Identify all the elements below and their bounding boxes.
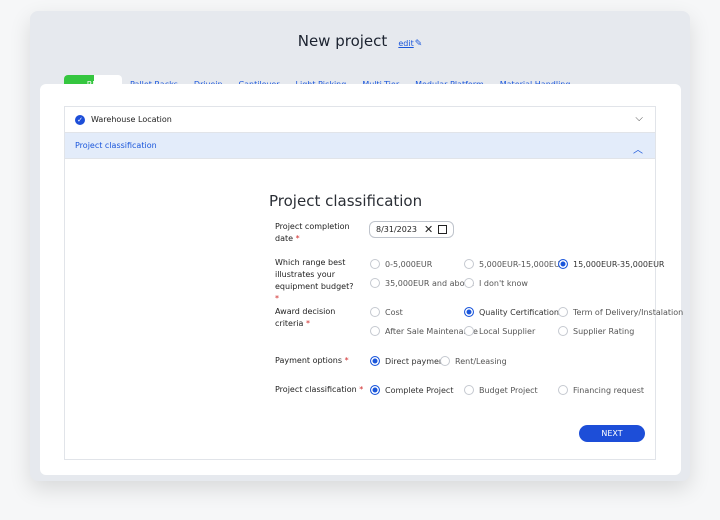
form-title: Project classification: [269, 192, 423, 210]
classification-option-complete[interactable]: Complete Project: [370, 385, 453, 395]
pencil-icon[interactable]: ✎: [415, 39, 423, 49]
award-option-quality[interactable]: Quality Certification: [464, 307, 559, 317]
award-criteria-label: Award decision criteria *: [275, 307, 336, 328]
form-card: ✓ Warehouse Location ⌵ Project classific…: [64, 106, 683, 460]
content-panel: ✓ Warehouse Location ⌵ Project classific…: [40, 84, 683, 475]
classification-label: Project classification *: [275, 385, 364, 394]
award-option-supplier-rating[interactable]: Supplier Rating: [558, 326, 634, 336]
x-icon[interactable]: ✕: [424, 222, 433, 237]
classification-option-budget[interactable]: Budget Project: [464, 385, 538, 395]
payment-option-rent[interactable]: Rent/Leasing: [440, 356, 507, 366]
budget-option-0-5000[interactable]: 0-5,000EUR: [370, 259, 432, 269]
calendar-icon[interactable]: [438, 225, 447, 234]
award-option-after-sale[interactable]: After Sale Maintenance: [370, 326, 478, 336]
award-option-cost[interactable]: Cost: [370, 307, 403, 317]
payment-options-label: Payment options *: [275, 356, 349, 365]
award-option-term-delivery[interactable]: Term of Delivery/Instalation: [558, 307, 683, 317]
budget-option-dont-know[interactable]: I don't know: [464, 278, 528, 288]
classification-option-financing[interactable]: Financing request: [558, 385, 644, 395]
budget-option-5000-15000[interactable]: 5,000EUR-15,000EUR: [464, 259, 565, 269]
next-button[interactable]: NEXT: [579, 425, 645, 442]
budget-option-35000-above[interactable]: 35,000EUR and above: [370, 278, 474, 288]
accordion-project-classification[interactable]: Project classification ︿: [65, 133, 655, 159]
budget-option-15000-35000[interactable]: 15,000EUR-35,000EUR: [558, 259, 664, 269]
completion-date-label: Project completion date *: [275, 222, 350, 243]
chevron-up-icon[interactable]: ︿: [633, 141, 643, 156]
accordion-warehouse-location[interactable]: ✓ Warehouse Location ⌵: [65, 107, 655, 133]
page-title: New project: [297, 32, 388, 50]
budget-label: Which range best illustrates your equipm…: [275, 258, 354, 303]
payment-option-direct[interactable]: Direct payment: [370, 356, 447, 366]
edit-title-link[interactable]: edit: [398, 39, 413, 48]
header: New project edit✎: [30, 31, 690, 50]
accordion-label: Project classification: [75, 141, 157, 150]
check-circle-icon: ✓: [75, 114, 85, 125]
chevron-down-icon[interactable]: ⌵: [635, 113, 643, 124]
accordion-label: Warehouse Location: [91, 115, 172, 124]
award-option-local-supplier[interactable]: Local Supplier: [464, 326, 535, 336]
completion-date-input[interactable]: 8/31/2023 ✕: [369, 221, 454, 238]
